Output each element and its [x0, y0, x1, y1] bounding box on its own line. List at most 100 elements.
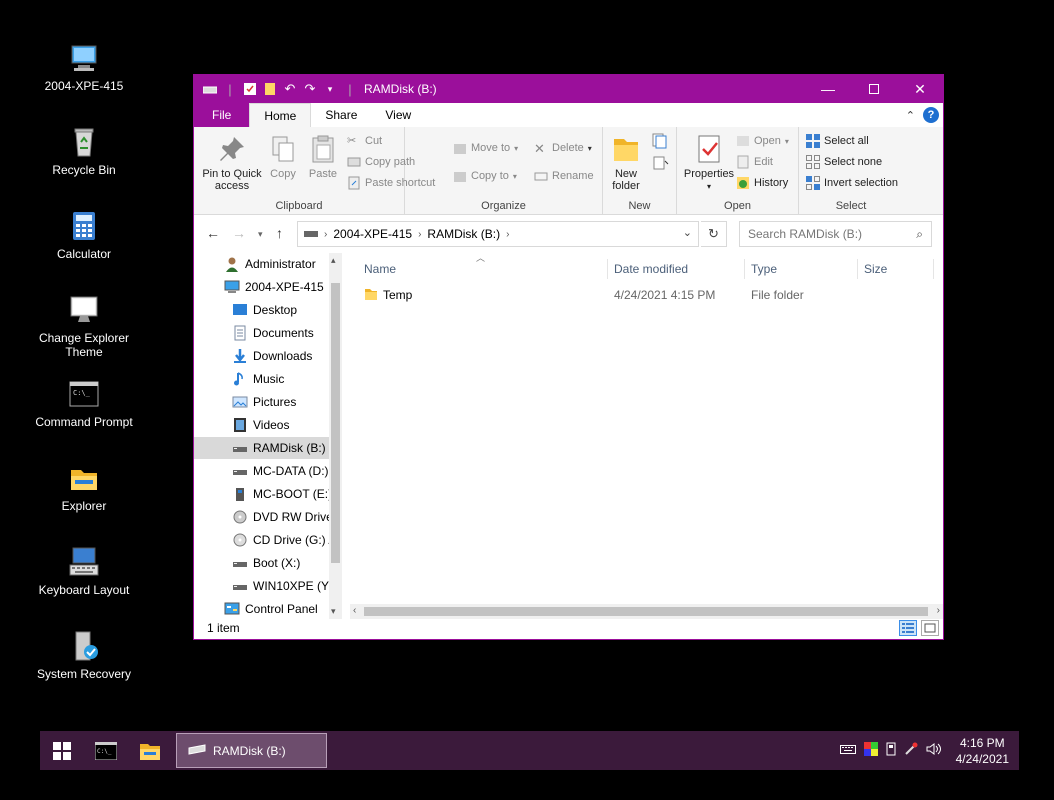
rename-button[interactable]: Rename: [534, 169, 594, 183]
documents-icon: [232, 325, 248, 341]
nav-item[interactable]: Music: [194, 368, 329, 390]
customize-qa-icon[interactable]: ▾: [322, 81, 338, 97]
chevron-right-icon[interactable]: ›: [324, 229, 327, 240]
desktop-icon-explorer[interactable]: Explorer: [30, 462, 138, 513]
nav-item[interactable]: Control Panel: [194, 598, 329, 619]
up-arrow-icon[interactable]: ↑: [276, 225, 283, 241]
tab-view[interactable]: View: [371, 103, 426, 127]
column-header-date[interactable]: Date modified: [608, 259, 745, 279]
new-folder-button[interactable]: New folder: [609, 133, 643, 192]
nav-item[interactable]: Downloads: [194, 345, 329, 367]
desktop-icon-calculator[interactable]: Calculator: [30, 210, 138, 261]
copy-to-button[interactable]: Copy to ▾: [453, 169, 517, 183]
scroll-left-icon[interactable]: ‹: [353, 605, 356, 616]
column-header-name[interactable]: Name: [358, 259, 608, 279]
nav-item[interactable]: DVD RW Drive: [194, 506, 329, 528]
chevron-down-icon[interactable]: ⌄: [683, 226, 692, 239]
undo-icon[interactable]: ↶: [282, 81, 298, 97]
nav-item[interactable]: WIN10XPE (Y:): [194, 575, 329, 597]
select-none-button[interactable]: Select none: [806, 155, 882, 169]
taskbar-explorer-button[interactable]: [128, 731, 172, 770]
title-bar[interactable]: | ↶ ↷ ▾ | RAMDisk (B:) — ✕: [194, 75, 943, 103]
edit-button[interactable]: Edit: [736, 155, 773, 169]
desktop-icon-keyboard-layout[interactable]: Keyboard Layout: [30, 546, 138, 597]
nav-item[interactable]: RAMDisk (B:): [194, 437, 329, 459]
properties-qa-icon[interactable]: [242, 81, 258, 97]
scroll-down-icon[interactable]: ▾: [331, 606, 336, 617]
easy-access-icon[interactable]: [651, 155, 671, 174]
nav-scrollbar[interactable]: ▴ ▾: [329, 253, 342, 619]
desktop-icon-command-prompt[interactable]: C:\_ Command Prompt: [30, 378, 138, 429]
scroll-right-icon[interactable]: ›: [937, 605, 940, 616]
group-label-organize: Organize: [481, 200, 526, 212]
desktop-icon-change-explorer-theme[interactable]: Change Explorer Theme: [30, 294, 138, 359]
back-arrow-icon[interactable]: ←: [206, 225, 220, 241]
nav-item[interactable]: MC-DATA (D:): [194, 460, 329, 482]
nav-item[interactable]: Documents: [194, 322, 329, 344]
cut-button[interactable]: ✂ Cut: [347, 134, 382, 148]
display-color-icon[interactable]: [863, 742, 878, 759]
search-input[interactable]: Search RAMDisk (B:) ⌕: [739, 221, 932, 247]
pin-quick-access-button[interactable]: Pin to Quick access: [198, 133, 266, 192]
chevron-right-icon[interactable]: ›: [506, 229, 509, 240]
horizontal-scroll-thumb[interactable]: [364, 607, 928, 616]
volume-icon[interactable]: [926, 742, 942, 759]
tool-tray-icon[interactable]: [904, 742, 918, 759]
desktop-icon-system-recovery[interactable]: System Recovery: [30, 630, 138, 681]
invert-selection-label: Invert selection: [824, 177, 898, 189]
forward-arrow-icon[interactable]: →: [232, 225, 246, 241]
nav-item[interactable]: Boot (X:): [194, 552, 329, 574]
keyboard-tray-icon[interactable]: [839, 743, 856, 758]
nav-scroll-thumb[interactable]: [331, 283, 340, 563]
taskbar-cmd-button[interactable]: C:\_: [84, 731, 128, 770]
table-row[interactable]: Temp 4/24/2021 4:15 PM File folder: [358, 285, 933, 305]
redo-icon[interactable]: ↷: [302, 81, 318, 97]
delete-button[interactable]: ✕ Delete ▾: [534, 141, 592, 156]
nav-item[interactable]: Pictures: [194, 391, 329, 413]
properties-button[interactable]: Properties ▾: [683, 133, 735, 193]
breadcrumb-ramdisk[interactable]: RAMDisk (B:): [427, 227, 500, 241]
nav-item[interactable]: Desktop: [194, 299, 329, 321]
column-header-size[interactable]: Size: [858, 259, 934, 279]
new-item-icon[interactable]: [651, 133, 671, 152]
help-icon[interactable]: ?: [923, 107, 939, 123]
address-bar[interactable]: › 2004-XPE-415 › RAMDisk (B:) › ⌄: [297, 221, 699, 247]
scroll-up-icon[interactable]: ▴: [331, 255, 336, 266]
new-folder-qa-icon[interactable]: [262, 81, 278, 97]
tab-share[interactable]: Share: [311, 103, 372, 127]
nav-item[interactable]: MC-BOOT (E:): [194, 483, 329, 505]
recent-locations-icon[interactable]: ▾: [258, 229, 263, 240]
minimize-button[interactable]: —: [805, 75, 851, 103]
ribbon-collapse-icon[interactable]: ⌃: [906, 109, 915, 122]
select-all-button[interactable]: Select all: [806, 134, 869, 148]
move-to-button[interactable]: Move to ▾: [453, 141, 518, 155]
invert-selection-button[interactable]: Invert selection: [806, 176, 898, 190]
breadcrumb-computer[interactable]: 2004-XPE-415: [333, 227, 412, 241]
usb-tray-icon[interactable]: [886, 742, 896, 759]
nav-item[interactable]: 2004-XPE-415: [194, 276, 329, 298]
copy-button[interactable]: Copy: [266, 133, 300, 180]
window-title: RAMDisk (B:): [364, 82, 437, 96]
tab-file[interactable]: File: [194, 103, 250, 127]
open-button[interactable]: Open ▾: [736, 134, 789, 148]
nav-item[interactable]: Videos: [194, 414, 329, 436]
desktop-icon-label: Calculator: [56, 247, 112, 261]
chevron-right-icon[interactable]: ›: [418, 229, 421, 240]
tab-home[interactable]: Home: [249, 103, 312, 127]
taskbar-task-ramdisk[interactable]: RAMDisk (B:): [176, 733, 327, 768]
maximize-button[interactable]: [851, 75, 897, 103]
close-button[interactable]: ✕: [897, 75, 943, 103]
refresh-button[interactable]: ↻: [701, 221, 727, 247]
desktop-icon-computer[interactable]: 2004-XPE-415: [30, 42, 138, 93]
details-view-icon[interactable]: [899, 620, 917, 636]
nav-item[interactable]: CD Drive (G:) A: [194, 529, 329, 551]
history-button[interactable]: History: [736, 176, 788, 190]
start-button[interactable]: [40, 731, 84, 770]
desktop-icon-recycle-bin[interactable]: Recycle Bin: [30, 126, 138, 177]
column-header-type[interactable]: Type: [745, 259, 858, 279]
clock[interactable]: 4:16 PM 4/24/2021: [956, 735, 1009, 767]
nav-item[interactable]: Administrator: [194, 253, 329, 275]
file-date: 4/24/2021 4:15 PM: [614, 288, 716, 302]
large-icons-view-icon[interactable]: [921, 620, 939, 636]
paste-button[interactable]: Paste: [306, 133, 340, 180]
